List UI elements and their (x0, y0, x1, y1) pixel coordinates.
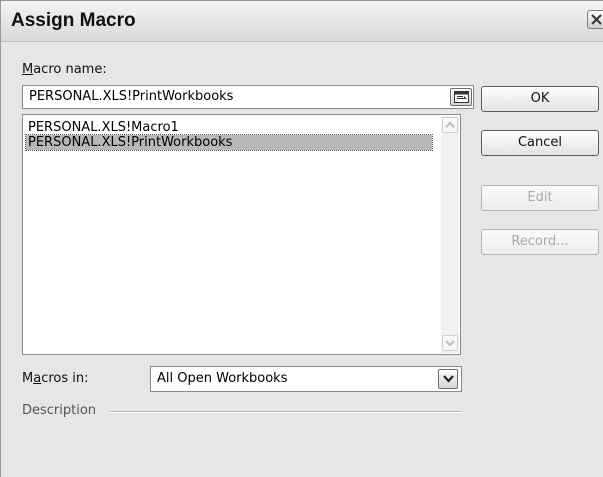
assign-macro-dialog: Assign Macro Macro name: PERSONAL.XLS!Pr… (0, 0, 603, 477)
record-button[interactable]: Record... (481, 229, 599, 255)
description-divider (110, 411, 462, 413)
edit-button[interactable]: Edit (481, 185, 599, 211)
cancel-button[interactable]: Cancel (481, 130, 599, 156)
chevron-down-icon (443, 375, 454, 383)
macro-list[interactable]: PERSONAL.XLS!Macro1 PERSONAL.XLS!PrintWo… (22, 114, 461, 355)
macro-name-value: PERSONAL.XLS!PrintWorkbooks (29, 89, 234, 104)
ok-button[interactable]: OK (481, 86, 599, 112)
macros-in-label: Macros in: (22, 371, 89, 386)
description-label: Description (22, 403, 97, 418)
title-bar[interactable]: Assign Macro (1, 1, 603, 42)
list-item[interactable]: PERSONAL.XLS!Macro1 (26, 120, 181, 135)
scroll-down-icon (445, 340, 455, 347)
close-button[interactable] (587, 10, 603, 29)
macro-name-input[interactable]: PERSONAL.XLS!PrintWorkbooks (22, 85, 474, 109)
list-item-selected[interactable]: PERSONAL.XLS!PrintWorkbooks (25, 134, 433, 151)
collapse-dialog-icon (454, 91, 469, 103)
dialog-title: Assign Macro (11, 10, 136, 31)
collapse-dialog-button[interactable] (450, 88, 472, 106)
dropdown-button[interactable] (438, 369, 458, 389)
macros-in-selected: All Open Workbooks (157, 371, 288, 386)
macro-name-label: Macro name: (22, 62, 107, 77)
close-icon (591, 14, 602, 25)
vertical-scrollbar[interactable] (441, 116, 459, 353)
scroll-down-button[interactable] (442, 335, 458, 351)
scroll-up-button[interactable] (442, 117, 458, 133)
scroll-up-icon (445, 121, 455, 128)
macros-in-dropdown[interactable]: All Open Workbooks (150, 366, 462, 392)
